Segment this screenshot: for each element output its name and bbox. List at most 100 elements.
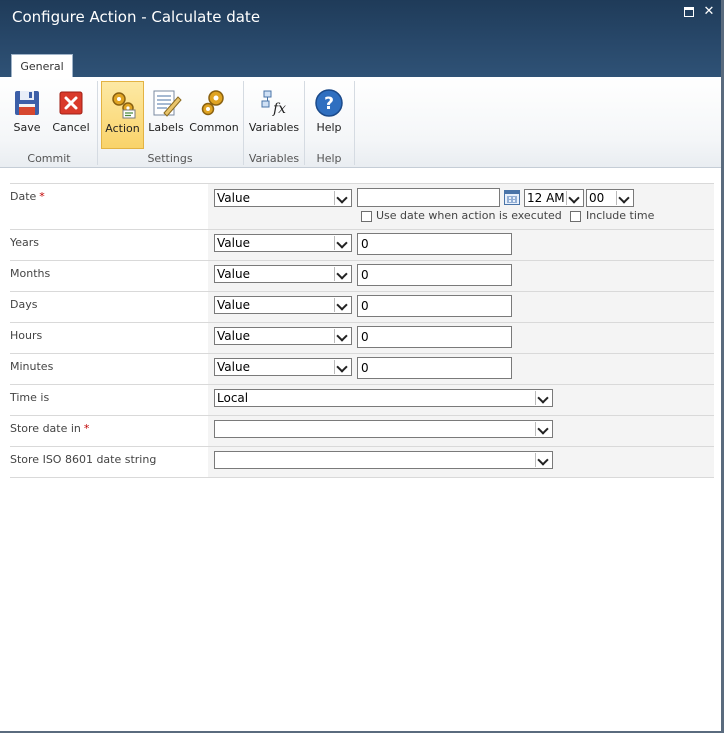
use-exec-date-label: Use date when action is executed: [376, 209, 562, 222]
date-field-area: Value 12 AM 00 Use date when action is e…: [208, 184, 714, 229]
common-gears-icon: [201, 90, 224, 116]
help-button[interactable]: ? Help: [308, 81, 350, 147]
days-label: Days: [10, 298, 38, 311]
action-form: Date * Value 12 AM 00 Use date when actio…: [10, 183, 714, 478]
date-type-select[interactable]: Value: [214, 189, 352, 207]
store-date-label: Store date in *: [10, 422, 90, 435]
years-row: Years Value 0: [10, 229, 714, 260]
months-row: Months Value 0: [10, 260, 714, 291]
hours-row: Hours Value 0: [10, 322, 714, 353]
days-field-area: Value 0: [208, 292, 714, 322]
months-input[interactable]: 0: [357, 264, 512, 286]
years-type-select[interactable]: Value: [214, 234, 352, 252]
chevron-down-icon: [334, 298, 350, 312]
variables-label: Variables: [248, 121, 300, 134]
cancel-label: Cancel: [52, 121, 90, 134]
days-input[interactable]: 0: [357, 295, 512, 317]
calendar-icon[interactable]: [504, 190, 520, 205]
labels-notepad-icon: [153, 90, 182, 117]
date-hour-select[interactable]: 12 AM: [524, 189, 584, 207]
save-button[interactable]: Save: [6, 81, 48, 147]
store-iso-row: Store ISO 8601 date string: [10, 446, 714, 478]
store-iso-label: Store ISO 8601 date string: [10, 453, 157, 466]
chevron-down-icon: [334, 329, 350, 343]
minutes-input[interactable]: 0: [357, 357, 512, 379]
minutes-type-select[interactable]: Value: [214, 358, 352, 376]
group-separator: [304, 81, 305, 165]
hours-field-area: Value 0: [208, 323, 714, 353]
store-iso-select[interactable]: [214, 451, 553, 469]
svg-text:fx: fx: [272, 101, 286, 117]
store-date-row: Store date in *: [10, 415, 714, 446]
action-gears-icon: [111, 92, 135, 119]
group-settings-label: Settings: [147, 152, 193, 165]
group-separator: [243, 81, 244, 165]
tab-general[interactable]: General: [11, 54, 73, 79]
variables-button[interactable]: fx Variables: [247, 81, 301, 147]
action-label: Action: [105, 122, 140, 135]
chevron-down-icon: [566, 191, 582, 205]
months-field-area: Value 0: [208, 261, 714, 291]
hours-label: Hours: [10, 329, 43, 342]
include-time-checkbox[interactable]: [570, 211, 581, 222]
labels-button[interactable]: Labels: [145, 81, 187, 147]
minutes-row: Minutes Value 0: [10, 353, 714, 384]
time-is-label: Time is: [10, 391, 50, 404]
labels-label: Labels: [148, 121, 184, 134]
common-button[interactable]: Common: [189, 81, 239, 147]
store-iso-field-area: [208, 447, 714, 477]
save-label: Save: [13, 121, 41, 134]
title-bar: Configure Action - Calculate date ✕ Gene…: [0, 0, 724, 79]
include-time-label: Include time: [586, 209, 655, 222]
hours-type-select[interactable]: Value: [214, 327, 352, 345]
group-separator: [97, 81, 98, 165]
date-input[interactable]: [357, 188, 500, 207]
close-icon[interactable]: ✕: [703, 5, 715, 18]
group-variables-label: Variables: [248, 152, 300, 165]
svg-text:?: ?: [324, 94, 334, 114]
years-field-area: Value 0: [208, 230, 714, 260]
group-help-label: Help: [316, 152, 342, 165]
time-is-select[interactable]: Local: [214, 389, 553, 407]
required-mark: *: [39, 190, 45, 203]
group-commit-label: Commit: [27, 152, 71, 165]
store-date-select[interactable]: [214, 420, 553, 438]
window-title: Configure Action - Calculate date: [12, 8, 261, 26]
store-date-field-area: [208, 416, 714, 446]
minutes-label: Minutes: [10, 360, 54, 373]
required-mark: *: [83, 422, 90, 435]
time-is-field-area: Local: [208, 385, 714, 415]
chevron-down-icon: [535, 453, 551, 467]
years-label: Years: [10, 236, 40, 249]
years-input[interactable]: 0: [357, 233, 512, 255]
date-label: Date *: [10, 190, 45, 203]
group-separator: [354, 81, 355, 165]
date-row: Date * Value 12 AM 00 Use date when actio…: [10, 183, 714, 229]
help-label: Help: [316, 121, 342, 134]
months-type-select[interactable]: Value: [214, 265, 352, 283]
minutes-field-area: Value 0: [208, 354, 714, 384]
cancel-icon: [59, 91, 83, 115]
chevron-down-icon: [334, 360, 350, 374]
date-minute-select[interactable]: 00: [586, 189, 634, 207]
chevron-down-icon: [334, 191, 350, 205]
common-label: Common: [189, 121, 239, 134]
days-row: Days Value 0: [10, 291, 714, 322]
chevron-down-icon: [616, 191, 632, 205]
ribbon: Save Cancel Commit Action Labels Common …: [0, 77, 724, 168]
chevron-down-icon: [535, 391, 551, 405]
days-type-select[interactable]: Value: [214, 296, 352, 314]
floppy-disk-icon: [15, 91, 39, 115]
action-button[interactable]: Action: [101, 81, 144, 149]
help-icon: ?: [315, 89, 343, 117]
chevron-down-icon: [535, 422, 551, 436]
variables-fx-icon: fx: [261, 90, 286, 117]
hours-input[interactable]: 0: [357, 326, 512, 348]
use-exec-date-checkbox[interactable]: [361, 211, 372, 222]
time-is-row: Time is Local: [10, 384, 714, 415]
months-label: Months: [10, 267, 51, 280]
maximize-icon[interactable]: [684, 7, 694, 17]
chevron-down-icon: [334, 267, 350, 281]
cancel-button[interactable]: Cancel: [50, 81, 92, 147]
chevron-down-icon: [334, 236, 350, 250]
